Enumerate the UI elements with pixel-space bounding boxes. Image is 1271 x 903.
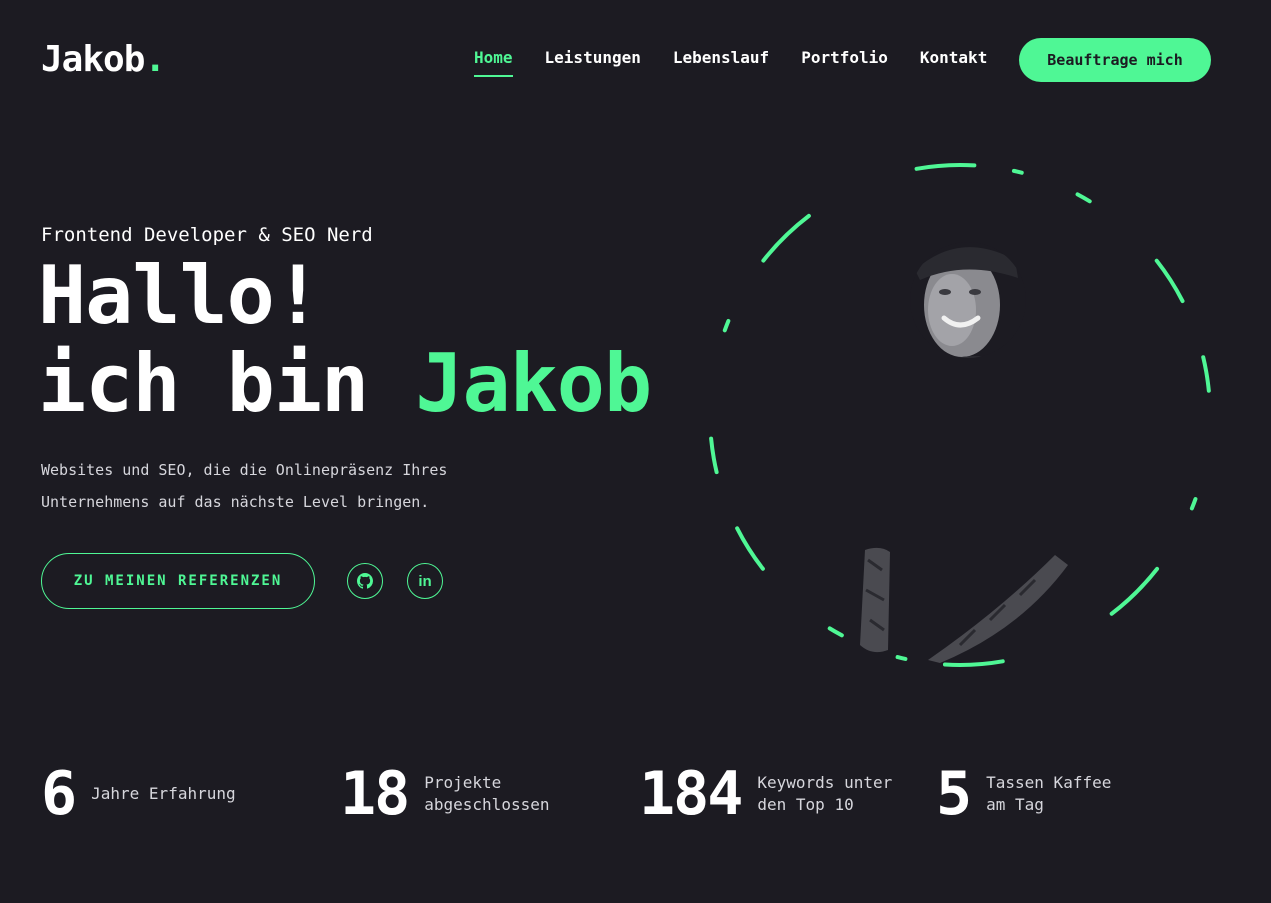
stat-coffee: 5 Tassen Kaffee am Tag bbox=[936, 758, 1111, 830]
headline-prefix: ich bin bbox=[38, 337, 416, 430]
portrait-area bbox=[700, 160, 1220, 680]
hero-subtitle: Frontend Developer & SEO Nerd bbox=[41, 224, 373, 246]
logo-text: Jakob bbox=[41, 39, 145, 80]
page: Jakob. Home Leistungen Lebenslauf Portfo… bbox=[0, 0, 1271, 903]
stat-experience: 6 Jahre Erfahrung bbox=[41, 758, 236, 830]
nav-item-kontakt[interactable]: Kontakt bbox=[920, 47, 987, 75]
stat-label: Tassen Kaffee am Tag bbox=[986, 773, 1112, 814]
logo[interactable]: Jakob. bbox=[41, 38, 166, 82]
portrait-arms bbox=[860, 547, 1068, 663]
portrait-photo bbox=[910, 242, 1026, 358]
headline-line-1: Hallo! bbox=[38, 249, 322, 342]
references-button[interactable]: ZU MEINEN REFERENZEN bbox=[41, 553, 315, 609]
logo-dot: . bbox=[144, 39, 166, 80]
portrait-graphic bbox=[708, 163, 1212, 667]
stat-label: Projekte abgeschlossen bbox=[424, 773, 550, 814]
linkedin-link[interactable]: in bbox=[407, 563, 443, 599]
nav-item-portfolio[interactable]: Portfolio bbox=[801, 47, 888, 75]
github-icon bbox=[357, 573, 373, 589]
stat-number: 6 bbox=[41, 759, 77, 829]
stat-label: Keywords unter den Top 10 bbox=[757, 773, 893, 814]
nav-item-lebenslauf[interactable]: Lebenslauf bbox=[673, 47, 769, 75]
stat-number: 5 bbox=[936, 759, 972, 829]
hero-description: Websites und SEO, die die Onlinepräsenz … bbox=[41, 461, 448, 511]
dashed-ring bbox=[708, 163, 1212, 667]
headline-line-2: ich bin Jakob bbox=[38, 337, 652, 430]
stat-keywords: 184 Keywords unter den Top 10 bbox=[639, 758, 892, 830]
hire-me-button[interactable]: Beauftrage mich bbox=[1019, 38, 1211, 82]
stat-number: 184 bbox=[639, 759, 743, 829]
linkedin-icon: in bbox=[418, 572, 432, 590]
hero-headline: Hallo! ich bin Jakob bbox=[38, 249, 652, 430]
stat-label: Jahre Erfahrung bbox=[91, 784, 236, 803]
stat-projects: 18 Projekte abgeschlossen bbox=[340, 758, 549, 830]
headline-name: Jakob bbox=[415, 337, 652, 430]
stat-number: 18 bbox=[340, 759, 410, 829]
nav-item-leistungen[interactable]: Leistungen bbox=[545, 47, 641, 75]
github-link[interactable] bbox=[347, 563, 383, 599]
nav-item-home[interactable]: Home bbox=[474, 47, 513, 77]
main-nav: Home Leistungen Lebenslauf Portfolio Kon… bbox=[474, 47, 1019, 77]
